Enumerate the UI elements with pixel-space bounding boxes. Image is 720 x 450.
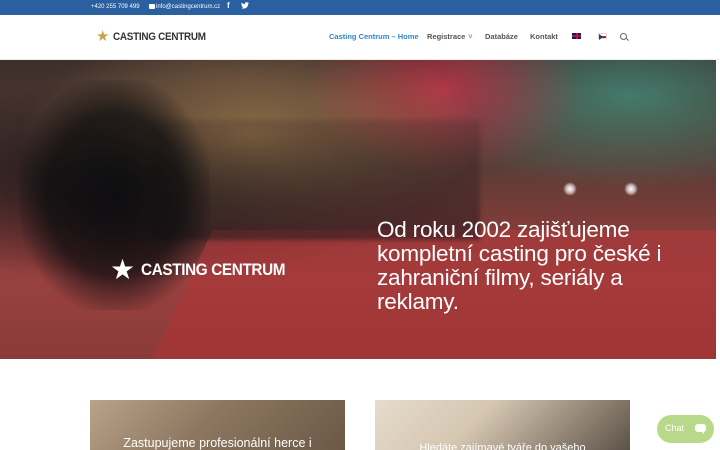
twitter-icon[interactable] (241, 2, 249, 9)
card-caption: Zastupujeme profesionální herce i (123, 436, 312, 450)
hero-overlay (0, 60, 716, 359)
logo-text: CASTING CENTRUM (113, 31, 207, 43)
nav-item-registrace-label: Registrace (427, 32, 466, 41)
top-bar: +420 255 709 499 info@castingcentrum.cz … (0, 0, 720, 15)
mail-icon (149, 4, 155, 9)
en-flag-icon[interactable] (572, 33, 581, 39)
star-icon: ★ (96, 28, 110, 45)
nav-item-registrace[interactable]: Registrace ˅ (427, 32, 472, 41)
star-icon: ★ (110, 254, 136, 285)
hero-logo-text: CASTING CENTRUM (141, 260, 286, 279)
service-card-faces[interactable]: Hledáte zajímavé tváře do vašeho (375, 400, 630, 450)
chat-button[interactable]: Chat (657, 415, 714, 443)
hero-banner: ★ CASTING CENTRUM Od roku 2002 zajišťuje… (0, 60, 716, 359)
hero-headline: Od roku 2002 zajišťujeme kompletní casti… (377, 217, 662, 314)
light-flare (563, 182, 577, 196)
facebook-icon[interactable]: f (227, 2, 230, 10)
phone-number[interactable]: +420 255 709 499 (91, 3, 140, 11)
chat-label: Chat (665, 423, 685, 433)
service-card-actors[interactable]: Zastupujeme profesionální herce i (90, 400, 345, 450)
nav-item-databaze[interactable]: Databáze (485, 32, 518, 41)
email-text: info@castingcentrum.cz (156, 4, 221, 10)
nav-item-kontakt[interactable]: Kontakt (530, 32, 558, 41)
light-flare (624, 182, 638, 196)
card-caption: Hledáte zajímavé tváře do vašeho (419, 442, 586, 450)
chevron-down-icon: ˅ (468, 34, 473, 41)
search-icon[interactable] (620, 33, 627, 40)
site-header: ★ CASTING CENTRUM Casting Centrum – Home… (0, 15, 720, 60)
cz-flag-icon[interactable] (598, 33, 607, 40)
chat-bubble-icon (695, 424, 706, 434)
hero-logo: ★ CASTING CENTRUM (110, 254, 301, 285)
nav-item-home[interactable]: Casting Centrum – Home (329, 32, 419, 41)
site-logo[interactable]: ★ CASTING CENTRUM (96, 28, 217, 45)
